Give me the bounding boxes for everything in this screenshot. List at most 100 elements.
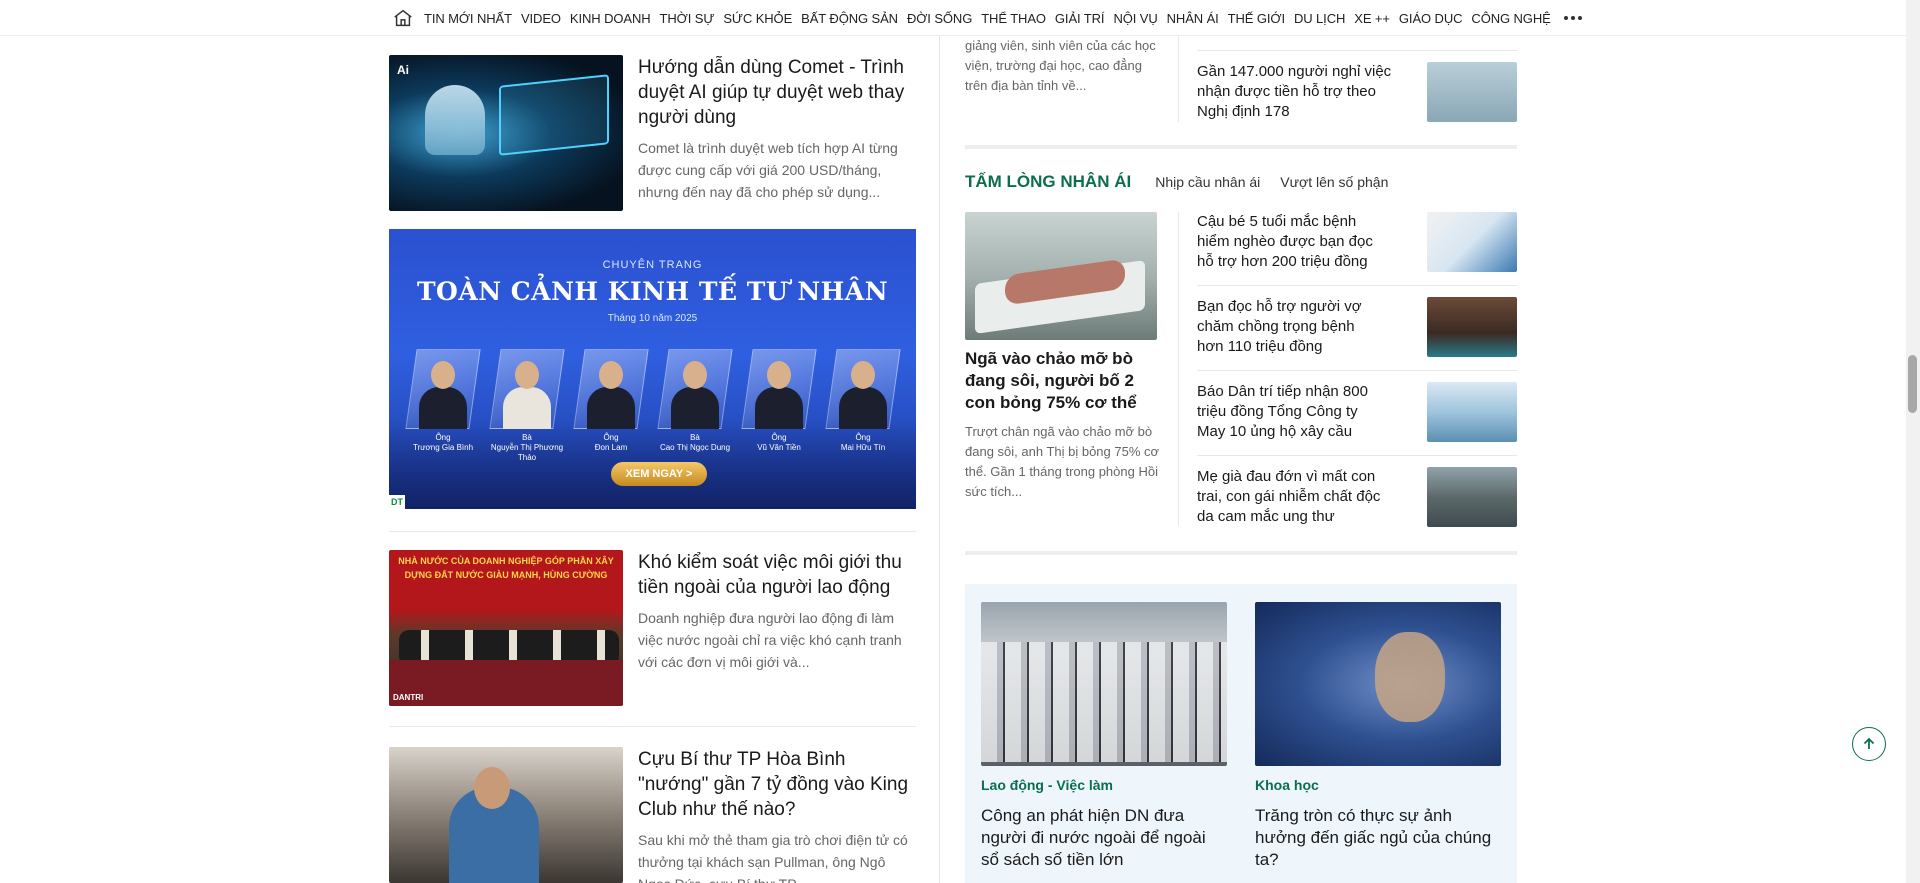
list-item-title[interactable]: Mẹ già đau đớn vì mất con trai, con gái … xyxy=(1197,467,1382,527)
table-illustration xyxy=(389,660,623,706)
banner-person: Ông Mai Hữu Tín xyxy=(825,339,901,464)
category-label[interactable]: Lao động - Việc làm xyxy=(981,777,1113,793)
story-title[interactable]: Gần 147.000 người nghỉ việc nhận được ti… xyxy=(1197,62,1393,122)
related-title[interactable]: Công an phát hiện DN đưa người đi nước n… xyxy=(981,805,1221,871)
featured-thumbnail[interactable] xyxy=(965,212,1157,340)
person-name: Trương Gia Bình xyxy=(412,443,474,452)
person-name: Vũ Văn Tiền xyxy=(757,443,801,452)
speaker-face xyxy=(474,767,510,809)
divider xyxy=(389,726,916,727)
person-honorific: Ông xyxy=(771,433,787,442)
list-item-thumbnail[interactable] xyxy=(1427,212,1517,272)
category-label[interactable]: Khoa học xyxy=(1255,777,1319,793)
related-title[interactable]: Trăng tròn có thực sự ảnh hưởng đến giấc… xyxy=(1255,805,1500,871)
list-item-thumbnail[interactable] xyxy=(1427,467,1517,527)
back-to-top-button[interactable] xyxy=(1852,727,1886,761)
section-title[interactable]: TẤM LÒNG NHÂN ÁI xyxy=(965,172,1131,192)
related-thumbnail[interactable] xyxy=(1255,602,1501,766)
list-item-thumbnail[interactable] xyxy=(1427,297,1517,357)
story-title[interactable]: Hướng dẫn dùng Comet - Trình duyệt AI gi… xyxy=(638,55,918,130)
story-sapo: Comet là trình duyệt web tích hợp AI từn… xyxy=(638,140,898,200)
banner-people: Ông Trương Gia Bình Bà Nguyễn Thị Phương T… xyxy=(405,339,901,464)
sleeping-person-illustration xyxy=(1375,632,1445,722)
column-divider xyxy=(939,36,940,883)
story-thumbnail[interactable]: NHÀ NƯỚC CỦA DOANH NGHIỆP GÓP PHẦN XÂY D… xyxy=(389,550,623,706)
nav-item-the-thao[interactable]: THỂ THAO xyxy=(981,11,1046,26)
nav-item-thoi-su[interactable]: THỜI SỰ xyxy=(660,11,715,26)
robot-illustration xyxy=(425,85,485,155)
list-item-title[interactable]: Cậu bé 5 tuổi mắc bệnh hiểm nghèo được b… xyxy=(1197,212,1382,272)
story-title[interactable]: Cựu Bí thư TP Hòa Bình "nướng" gần 7 tỷ … xyxy=(638,747,918,822)
nav-item-video[interactable]: VIDEO xyxy=(521,11,561,26)
story-title[interactable]: Khó kiểm soát việc môi giới thu tiền ngo… xyxy=(638,550,918,600)
banner-cta-button[interactable]: XEM NGAY > xyxy=(611,462,707,486)
person-name: Nguyễn Thị Phương Thảo xyxy=(490,443,564,462)
divider xyxy=(1197,455,1517,456)
related-thumbnail[interactable] xyxy=(981,602,1227,766)
section-sub-link[interactable]: Vượt lên số phận xyxy=(1280,174,1388,190)
nav-item-cong-nghe[interactable]: CÔNG NGHỆ xyxy=(1471,11,1550,26)
section-divider xyxy=(965,551,1517,555)
home-icon[interactable] xyxy=(390,5,416,31)
thumb-ai-label: Ai xyxy=(397,63,409,77)
person-honorific: Bà xyxy=(690,433,700,442)
banner-person: Ông Trương Gia Bình xyxy=(405,339,481,464)
featured-sapo: Trượt chân ngã vào chảo mỡ bò đang sôi, … xyxy=(965,424,1160,499)
section-header: TẤM LÒNG NHÂN ÁI Nhịp cầu nhân ái Vượt l… xyxy=(965,172,1408,192)
story-thumbnail[interactable] xyxy=(389,747,623,883)
divider xyxy=(389,531,916,532)
story-thumbnail[interactable]: Ai xyxy=(389,55,623,211)
banner-kicker: CHUYÊN TRANG xyxy=(602,259,703,271)
screen-illustration xyxy=(499,74,609,156)
nav-item-tin-moi-nhat[interactable]: TIN MỚI NHẤT xyxy=(424,11,512,26)
person-honorific: Ông xyxy=(855,433,871,442)
divider xyxy=(1197,370,1517,371)
nav-item-giai-tri[interactable]: GIẢI TRÍ xyxy=(1055,11,1105,26)
nav-item-doi-song[interactable]: ĐỜI SỐNG xyxy=(907,11,972,26)
section-sub-link[interactable]: Nhịp cầu nhân ái xyxy=(1155,174,1260,190)
scrollbar-track[interactable] xyxy=(1906,0,1920,883)
nav-item-du-lich[interactable]: DU LỊCH xyxy=(1294,11,1345,26)
person-honorific: Ông xyxy=(435,433,451,442)
list-item-thumbnail[interactable] xyxy=(1427,382,1517,442)
person-honorific: Bà xyxy=(522,433,532,442)
banner-date: Tháng 10 năm 2025 xyxy=(607,313,698,324)
story-thumbnail[interactable] xyxy=(1427,62,1517,122)
nav-item-suc-khoe[interactable]: SỨC KHỎE xyxy=(723,11,792,26)
person-honorific: Ông xyxy=(603,433,619,442)
scrollbar-thumb[interactable] xyxy=(1908,355,1917,413)
section-divider xyxy=(965,145,1517,149)
thumb-watermark: DANTRI xyxy=(393,693,424,702)
list-item-title[interactable]: Bạn đọc hỗ trợ người vợ chăm chồng trọng… xyxy=(1197,297,1382,357)
nav-item-bat-dong-san[interactable]: BẤT ĐỘNG SẢN xyxy=(801,11,898,26)
vertical-divider xyxy=(1178,36,1179,122)
nav-item-xe[interactable]: XE ++ xyxy=(1354,11,1390,26)
nav-item-nhan-ai[interactable]: NHÂN ÁI xyxy=(1167,11,1219,26)
workers-illustration xyxy=(981,642,1227,762)
promo-banner[interactable]: CHUYÊN TRANG TOÀN CẢNH KINH TẾ TƯ NHÂN T… xyxy=(389,229,916,509)
list-item-title[interactable]: Báo Dân trí tiếp nhận 800 triệu đồng Tổn… xyxy=(1197,382,1382,442)
divider xyxy=(1197,285,1517,286)
nav-item-noi-vu[interactable]: NỘI VỤ xyxy=(1113,11,1157,26)
banner-person: Bà Nguyễn Thị Phương Thảo xyxy=(489,339,565,464)
thumb-banner-text: NHÀ NƯỚC CỦA DOANH NGHIỆP GÓP PHẦN XÂY D… xyxy=(398,556,614,580)
nav-item-giao-duc[interactable]: GIÁO DỤC xyxy=(1399,11,1463,26)
person-name: Cao Thị Ngọc Dung xyxy=(659,443,731,452)
story-sapo: giảng viên, sinh viên của các học viện, … xyxy=(965,38,1156,93)
vertical-divider xyxy=(1178,212,1179,526)
arrow-up-icon xyxy=(1863,737,1875,749)
nav-item-kinh-doanh[interactable]: KINH DOANH xyxy=(570,11,651,26)
more-dots-icon[interactable] xyxy=(1562,8,1584,28)
banner-person: Ông Đon Lam xyxy=(573,339,649,464)
banner-person: Bà Cao Thị Ngọc Dung xyxy=(657,339,733,464)
featured-title[interactable]: Ngã vào chảo mỡ bò đang sôi, người bố 2 … xyxy=(965,348,1160,414)
nav-menu: TIN MỚI NHẤT VIDEO KINH DOANH THỜI SỰ SỨ… xyxy=(390,0,1584,36)
story-sapo: Sau khi mở thẻ tham gia trò chơi điện tử… xyxy=(638,832,908,883)
nav-item-the-gioi[interactable]: THẾ GIỚI xyxy=(1228,11,1285,26)
person-name: Mai Hữu Tín xyxy=(840,443,886,452)
divider xyxy=(1197,50,1517,51)
dantri-logo: DT xyxy=(389,495,405,509)
banner-person: Ông Vũ Văn Tiền xyxy=(741,339,817,464)
top-nav: TIN MỚI NHẤT VIDEO KINH DOANH THỜI SỰ SỨ… xyxy=(0,0,1920,36)
person-name: Đon Lam xyxy=(594,443,628,452)
